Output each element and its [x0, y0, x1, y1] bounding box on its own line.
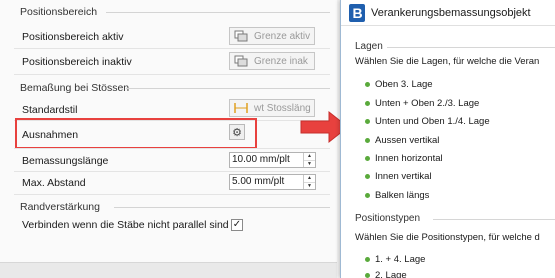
- list-item[interactable]: Innen horizontal: [365, 153, 443, 164]
- spin-up-icon[interactable]: ▲: [304, 175, 315, 182]
- status-dot-icon: [365, 82, 370, 87]
- section-title-lagen: Lagen: [355, 41, 383, 52]
- status-dot-icon: [365, 101, 370, 106]
- dialog-titlebar: B Verankerungsbemassungsobjekt: [341, 0, 555, 26]
- row-separator: [14, 148, 330, 149]
- status-dot-icon: [365, 156, 370, 161]
- section-title-positionstypen: Positionstypen: [355, 213, 421, 224]
- label-positionsbereich-inaktiv: Positionsbereich inaktiv: [22, 56, 132, 68]
- row-separator: [14, 48, 330, 49]
- list-item-label: Oben 3. Lage: [375, 79, 433, 90]
- list-item[interactable]: 1. + 4. Lage: [365, 254, 425, 265]
- dimension-style-icon: [234, 103, 248, 113]
- status-dot-icon: [365, 193, 370, 198]
- status-dot-icon: [365, 174, 370, 179]
- status-dot-icon: [365, 257, 370, 262]
- bemassungslaenge-value[interactable]: 10.00 mm/plt: [230, 153, 303, 167]
- grenze-aktiv-field[interactable]: Grenze aktiv: [229, 27, 315, 45]
- label-positionsbereich-aktiv: Positionsbereich aktiv: [22, 31, 124, 43]
- list-item[interactable]: Unten und Oben 1./4. Lage: [365, 116, 490, 127]
- list-item-label: Innen horizontal: [375, 153, 443, 164]
- status-dot-icon: [365, 138, 370, 143]
- grenze-inaktiv-value: Grenze inak: [254, 55, 308, 67]
- list-item[interactable]: Innen vertikal: [365, 171, 432, 182]
- grenze-aktiv-value: Grenze aktiv: [254, 30, 311, 42]
- group-divider: [126, 88, 330, 89]
- properties-panel: Positionsbereich Positionsbereich aktiv …: [0, 0, 337, 278]
- list-item-label: Unten und Oben 1./4. Lage: [375, 116, 490, 127]
- layer-style-icon: [234, 30, 248, 42]
- label-bemassungslaenge: Bemassungslänge: [22, 155, 109, 167]
- label-max-abstand: Max. Abstand: [22, 177, 86, 189]
- verankerung-dialog: B Verankerungsbemassungsobjekt Lagen Wäh…: [340, 0, 555, 278]
- group-divider: [106, 12, 330, 13]
- list-item[interactable]: Unten + Oben 2./3. Lage: [365, 98, 479, 109]
- spin-down-icon[interactable]: ▼: [304, 182, 315, 190]
- label-verbinden: Verbinden wenn die Stäbe nicht parallel …: [22, 219, 229, 231]
- list-item[interactable]: Aussen vertikal: [365, 135, 439, 146]
- positionstypen-description: Wählen Sie die Positionstypen, für welch…: [355, 232, 540, 243]
- lagen-description: Wählen Sie die Lagen, für welche die Ver…: [355, 56, 540, 67]
- group-title-randverstaerkung: Randverstärkung: [20, 201, 100, 213]
- row-separator: [14, 74, 330, 75]
- row-separator: [14, 194, 330, 195]
- status-dot-icon: [365, 119, 370, 124]
- max-abstand-value[interactable]: 5.00 mm/plt: [230, 175, 303, 189]
- verbinden-checkbox[interactable]: ✓: [231, 219, 243, 231]
- spin-down-icon[interactable]: ▼: [304, 160, 315, 168]
- dialog-title: Verankerungsbemassungsobjekt: [371, 6, 531, 19]
- list-item-label: Unten + Oben 2./3. Lage: [375, 98, 480, 109]
- group-title-bemassung: Bemaßung bei Stössen: [20, 82, 130, 94]
- group-title-positionsbereich: Positionsbereich: [20, 6, 98, 18]
- bemassungslaenge-stepper[interactable]: 10.00 mm/plt ▲ ▼: [229, 152, 316, 168]
- list-item-label: 2. Lage: [375, 270, 407, 278]
- list-item-label: Balken längs: [375, 190, 430, 201]
- panel-footer: [0, 262, 337, 278]
- grenze-inaktiv-field[interactable]: Grenze inak: [229, 52, 315, 70]
- max-abstand-stepper[interactable]: 5.00 mm/plt ▲ ▼: [229, 174, 316, 190]
- svg-text:B: B: [353, 5, 363, 21]
- list-item-label: Aussen vertikal: [375, 135, 440, 146]
- label-standardstil: Standardstil: [22, 104, 78, 116]
- list-item[interactable]: 2. Lage: [365, 270, 407, 278]
- highlight-frame: [15, 118, 257, 149]
- list-item-label: 1. + 4. Lage: [375, 254, 426, 265]
- status-dot-icon: [365, 273, 370, 278]
- list-item[interactable]: Oben 3. Lage: [365, 79, 433, 90]
- list-item-label: Innen vertikal: [375, 171, 432, 182]
- group-divider: [114, 207, 330, 208]
- row-separator: [14, 171, 330, 172]
- app-logo-icon: B: [349, 3, 365, 22]
- section-divider: [387, 47, 555, 48]
- section-divider: [433, 219, 555, 220]
- layer-style-icon: [234, 55, 248, 67]
- spin-up-icon[interactable]: ▲: [304, 153, 315, 160]
- list-item[interactable]: Balken längs: [365, 190, 429, 201]
